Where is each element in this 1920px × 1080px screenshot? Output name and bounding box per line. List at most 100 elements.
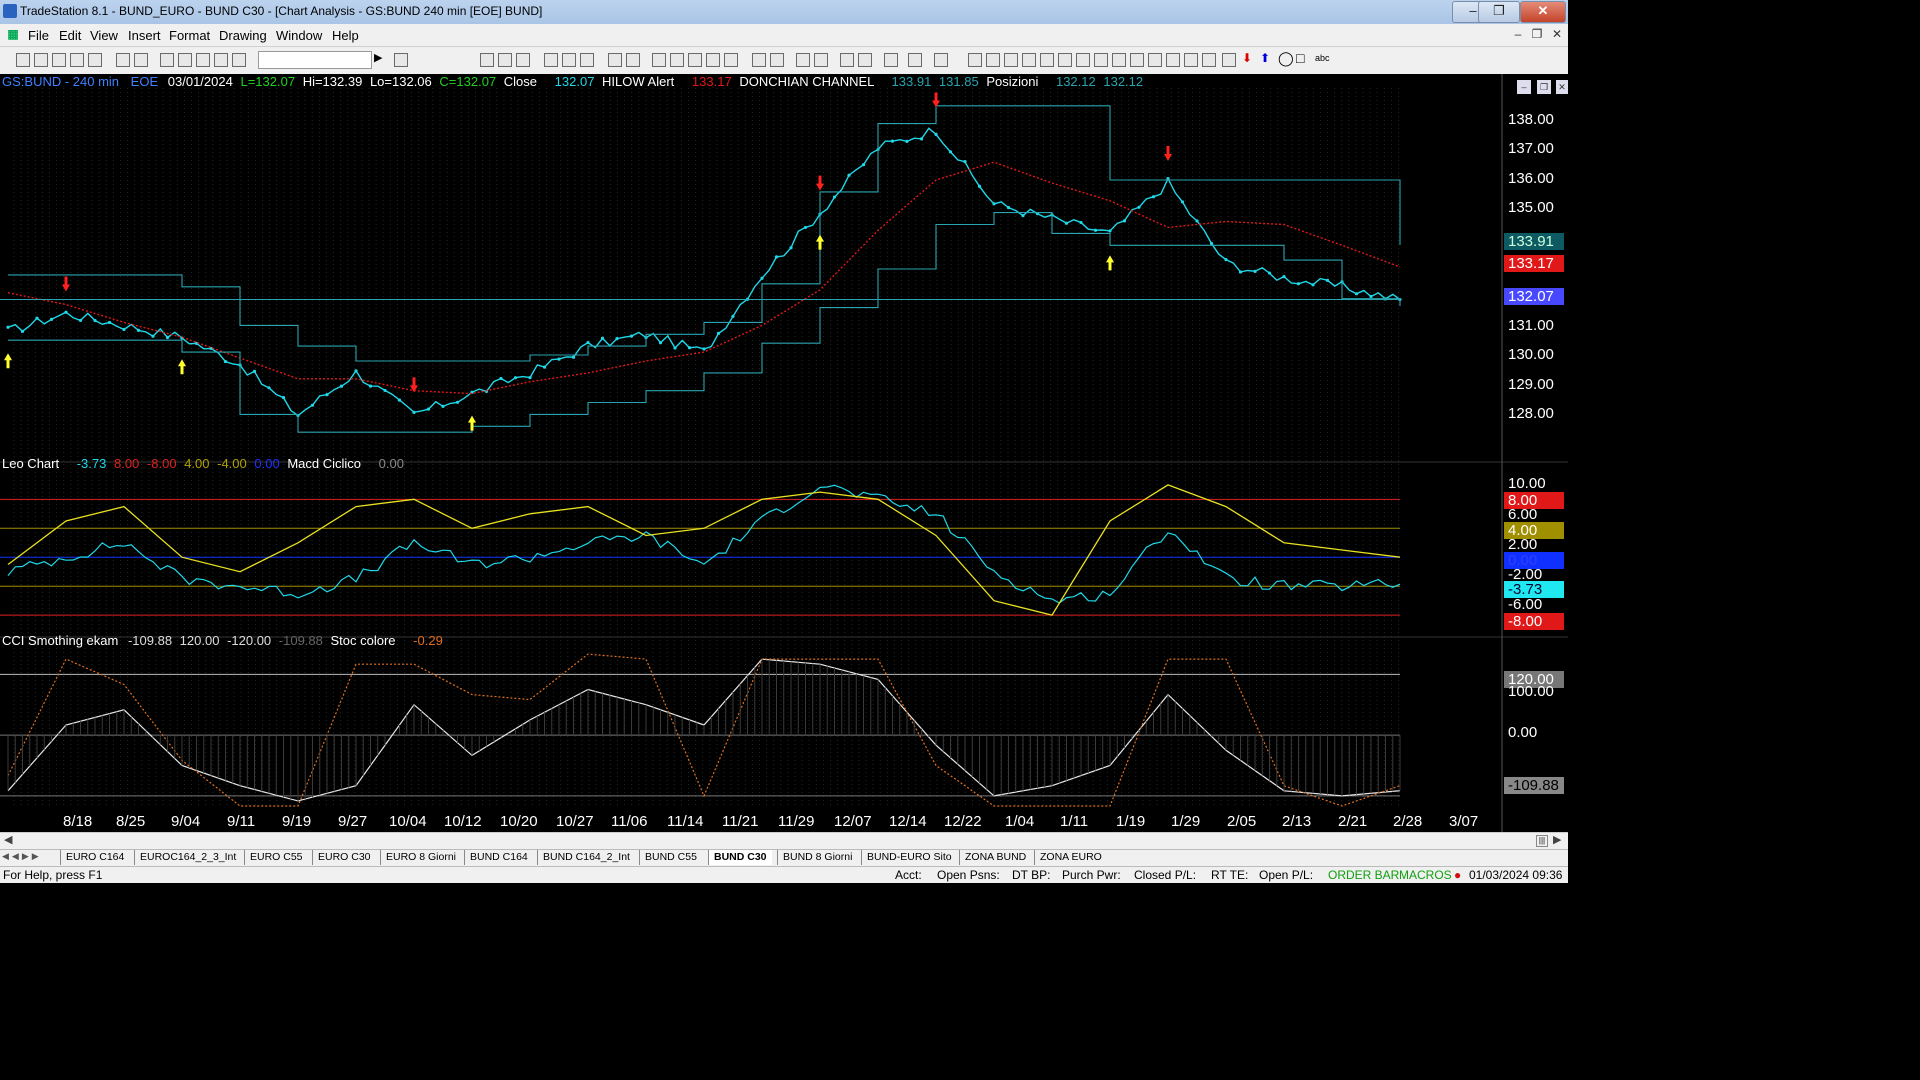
mdi-minimize-icon[interactable]: – [1510, 27, 1526, 41]
grid-icon[interactable] [516, 53, 530, 67]
tab-bund-c30[interactable]: BUND C30 [708, 850, 772, 865]
menu-edit[interactable]: Edit [59, 28, 81, 43]
horizontal-scrollbar[interactable]: ◀ ||| ▶ [0, 832, 1568, 849]
fibonacci-icon[interactable] [1022, 53, 1036, 67]
restore-button[interactable]: ❐ [1478, 1, 1520, 23]
radar-icon[interactable] [626, 53, 640, 67]
andrews-pitchfork-icon[interactable] [1112, 53, 1126, 67]
zoom-in-icon[interactable] [796, 53, 810, 67]
cci-label: CCI Smothing ekam [2, 633, 119, 648]
strategy-icon[interactable] [580, 53, 594, 67]
lock-icon[interactable] [196, 53, 210, 67]
globe-icon[interactable] [232, 53, 246, 67]
arrow-up-icon[interactable]: ⬆ [1260, 51, 1270, 65]
status-macros[interactable]: MACROS [1399, 868, 1452, 882]
menu-help[interactable]: Help [332, 28, 359, 43]
fib-time-icon[interactable] [1094, 53, 1108, 67]
bar-icon[interactable] [688, 53, 702, 67]
chart-style-2-icon[interactable] [498, 53, 512, 67]
close-button[interactable]: ✕ [1520, 1, 1566, 23]
new-workspace-icon[interactable] [70, 53, 84, 67]
mdi-restore-icon[interactable]: ❐ [1529, 27, 1545, 41]
line-chart-icon[interactable] [544, 53, 558, 67]
open-workspace-icon[interactable] [52, 53, 66, 67]
status-order-bar[interactable]: ORDER BAR [1328, 868, 1399, 882]
symbol-dropdown[interactable] [258, 51, 372, 69]
indicator-icon[interactable] [562, 53, 576, 67]
scroll-right-icon[interactable]: ▶ [1553, 833, 1561, 846]
data-window-icon[interactable] [858, 53, 872, 67]
arc-icon[interactable] [1184, 53, 1198, 67]
matrix-icon[interactable] [652, 53, 666, 67]
ellipse-icon[interactable]: ◯ [1278, 50, 1294, 67]
tab-bund-8-giorni[interactable]: BUND 8 Giorni [777, 850, 857, 865]
find-icon[interactable] [394, 53, 408, 67]
chart-canvas[interactable] [0, 74, 1568, 834]
tab-bund-c164-2-int[interactable]: BUND C164_2_Int [537, 850, 635, 865]
tab-zona-bund[interactable]: ZONA BUND [959, 850, 1031, 865]
parallel-icon[interactable] [1166, 53, 1180, 67]
print-preview-icon[interactable] [116, 53, 130, 67]
menu-file[interactable]: File [28, 28, 49, 43]
zoom-out-icon[interactable] [814, 53, 828, 67]
tab-bund-c55[interactable]: BUND C55 [639, 850, 702, 865]
shapes-icon[interactable] [214, 53, 228, 67]
scanner-icon[interactable] [608, 53, 622, 67]
print-icon[interactable] [134, 53, 148, 67]
menu-window[interactable]: Window [276, 28, 322, 43]
pointer-icon[interactable] [840, 53, 854, 67]
horizontal-line-icon[interactable] [1004, 53, 1018, 67]
tab-euro-c55[interactable]: EURO C55 [244, 850, 308, 865]
menu-view[interactable]: View [90, 28, 118, 43]
speed-lines-icon[interactable] [1058, 53, 1072, 67]
price-point [586, 340, 590, 345]
chart-close-icon[interactable]: ✕ [1556, 80, 1568, 94]
curve-icon[interactable] [1222, 53, 1236, 67]
tab-euro-c30[interactable]: EURO C30 [312, 850, 376, 865]
tab-bund-c164[interactable]: BUND C164 [464, 850, 533, 865]
chart-restore-icon[interactable]: ❐ [1537, 80, 1551, 94]
tab-euro-8-giorni[interactable]: EURO 8 Giorni [380, 850, 461, 865]
tab-euro-c164[interactable]: EURO C164 [60, 850, 129, 865]
tab-bund-euro-sito[interactable]: BUND-EURO Sito [861, 850, 957, 865]
space-right-icon[interactable] [770, 53, 784, 67]
cascade-icon[interactable] [178, 53, 192, 67]
text-tool-icon[interactable]: abc [1315, 53, 1330, 63]
export-icon[interactable] [908, 53, 922, 67]
tab-zona-euro[interactable]: ZONA EURO [1034, 850, 1107, 865]
regression-icon[interactable] [1076, 53, 1090, 67]
pencil-icon[interactable] [1202, 53, 1216, 67]
tab-navigation-icon[interactable]: ◀◀▶▶ [2, 851, 42, 862]
scroll-left-icon[interactable]: ◀ [4, 833, 12, 846]
channel-icon[interactable] [1130, 53, 1144, 67]
trendline-icon[interactable] [968, 53, 982, 67]
space-left-icon[interactable] [752, 53, 766, 67]
gann-fan-icon[interactable] [1040, 53, 1054, 67]
menu-insert[interactable]: Insert [128, 28, 161, 43]
document-icon[interactable]: ▦ [5, 27, 21, 41]
mdi-close-icon[interactable]: ✕ [1549, 27, 1565, 41]
menu-drawing[interactable]: Drawing [219, 28, 267, 43]
menu-format[interactable]: Format [169, 28, 210, 43]
options-icon[interactable] [670, 53, 684, 67]
vertical-line-icon[interactable] [986, 53, 1000, 67]
chart-minimize-icon[interactable]: – [1517, 80, 1531, 94]
scroll-thumb[interactable]: ||| [1536, 835, 1548, 847]
chart-style-icon[interactable] [480, 53, 494, 67]
alert-icon[interactable] [934, 53, 948, 67]
chart-area[interactable]: GS:BUND - 240 min EOE 03/01/2024 L=132.0… [0, 74, 1568, 834]
dropdown-arrow-icon[interactable]: ▶ [374, 51, 382, 64]
price-point [687, 346, 692, 350]
arrows-icon[interactable] [1148, 53, 1162, 67]
window-arrange-icon[interactable] [160, 53, 174, 67]
ohlc-icon[interactable] [724, 53, 738, 67]
tab-euroc164-2-3-int[interactable]: EUROC164_2_3_Int [134, 850, 241, 865]
leo-value-1: -3.73 [76, 456, 107, 471]
tools-icon[interactable] [884, 53, 898, 67]
arrow-down-icon[interactable]: ⬇ [1242, 51, 1252, 65]
candle-icon[interactable] [706, 53, 720, 67]
save-icon[interactable] [88, 53, 102, 67]
rectangle-icon[interactable]: □ [1296, 50, 1304, 66]
new-icon[interactable] [16, 53, 30, 67]
open-icon[interactable] [34, 53, 48, 67]
